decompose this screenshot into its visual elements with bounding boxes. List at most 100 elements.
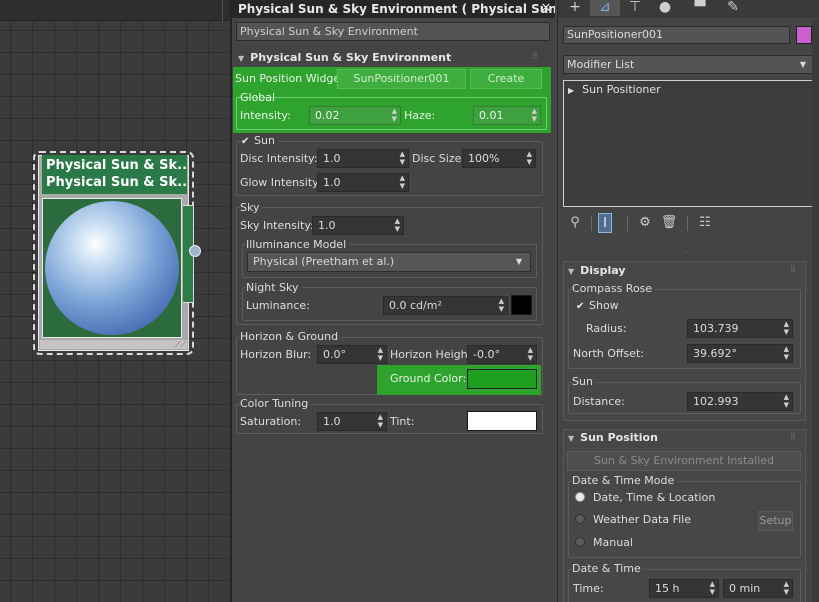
illuminance-model-dropdown[interactable]: Physical (Preetham et al.) ▼ (247, 252, 531, 272)
distance-spinner[interactable]: 102.993 ▲ ▼ (687, 392, 793, 411)
minutes-value: 0 min (729, 582, 761, 595)
luminance-label: Luminance: (246, 299, 310, 312)
tab-modify[interactable]: ⊿ (590, 0, 620, 16)
command-panel-scrollbar[interactable] (812, 19, 819, 602)
spinner-arrows-icon[interactable]: ▲ ▼ (710, 580, 715, 596)
environment-node-header[interactable]: Physical Sun & Sk... Physical Sun & Sk..… (42, 155, 187, 194)
distance-value: 102.993 (693, 395, 739, 408)
glow-intensity-label: Glow Intensity: (240, 176, 322, 189)
rollout-grip-icon[interactable]: ⠿ (532, 52, 539, 61)
spinner-arrows-icon[interactable]: ▲ ▼ (527, 150, 532, 166)
object-name-field[interactable]: SunPositioner001 (563, 26, 790, 44)
pin-stack-icon[interactable]: ⚲ (565, 213, 585, 233)
north-offset-spinner[interactable]: 39.692° ▲ ▼ (687, 344, 793, 363)
haze-spinner[interactable]: 0.01 ▲ ▼ (473, 106, 541, 125)
radius-spinner[interactable]: 103.739 ▲ ▼ (687, 319, 793, 338)
modifier-list-dropdown[interactable]: Modifier List ▼ (563, 55, 813, 74)
spinner-arrows-icon[interactable]: ▲ ▼ (392, 107, 397, 123)
stack-toolbar: ⚲ I ⚙ 🗑 ☷ (563, 213, 813, 235)
illuminance-model-title: Illuminance Model (246, 238, 350, 252)
radio-selected-icon[interactable] (575, 492, 585, 502)
panel-drag-grip-icon[interactable]: ⋯ (680, 249, 694, 256)
motion-icon: ● (658, 0, 672, 15)
horizon-blur-spinner[interactable]: 0.0° ▲ ▼ (317, 345, 387, 364)
horizon-height-spinner[interactable]: -0.0° ▲ ▼ (467, 345, 537, 364)
spinner-arrows-icon[interactable]: ▲ ▼ (378, 413, 383, 429)
make-unique-icon[interactable]: ⚙ (635, 213, 655, 233)
tab-utilities[interactable]: ✎ (718, 0, 748, 16)
saturation-spinner[interactable]: 1.0 ▲ ▼ (317, 412, 387, 431)
utilities-icon: ✎ (727, 0, 739, 15)
tab-motion[interactable]: ● (650, 0, 680, 16)
object-color-swatch[interactable] (796, 26, 812, 44)
spinner-arrows-icon[interactable]: ▲ ▼ (784, 580, 789, 596)
display-rollout-header[interactable]: ▼ Display (568, 263, 626, 280)
spinner-arrows-icon[interactable]: ▲ ▼ (400, 150, 405, 166)
rollout-grip-icon[interactable]: ⠿ (790, 432, 797, 441)
sun-enable-check-icon[interactable]: ✔ (241, 137, 250, 147)
mode-option-manual[interactable]: Manual (575, 535, 633, 551)
create-button[interactable]: Create (470, 69, 542, 89)
spinner-arrows-icon[interactable]: ▲ ▼ (395, 217, 400, 233)
rollout-open-icon: ▼ (568, 434, 575, 443)
sun-sky-installed-button[interactable]: Sun & Sky Environment Installed (567, 451, 801, 471)
show-check-icon[interactable]: ✔ (576, 302, 585, 312)
spinner-arrows-icon[interactable]: ▲ ▼ (784, 345, 789, 361)
spinner-arrows-icon[interactable]: ▲ ▼ (784, 320, 789, 336)
tab-hierarchy[interactable]: ⊤ (620, 0, 650, 16)
display-icon: ▀ (694, 0, 706, 15)
glow-intensity-value: 1.0 (323, 176, 341, 189)
minutes-spinner[interactable]: 0 min ▲ ▼ (723, 579, 793, 598)
luminance-color-swatch[interactable] (511, 295, 532, 315)
tab-display[interactable]: ▀ (685, 0, 715, 16)
mode-option-date-time-location[interactable]: Date, Time & Location (575, 490, 715, 506)
radio-icon[interactable] (575, 514, 585, 524)
ground-color-swatch[interactable] (467, 369, 537, 389)
rollout-grip-icon[interactable]: ⠿ (790, 265, 797, 274)
node-preview-sphere (45, 201, 179, 335)
sun-positioner-pick-button[interactable]: SunPositioner001 (337, 69, 466, 89)
spinner-arrows-icon[interactable]: ▲ ▼ (400, 174, 405, 190)
color-tuning-title: Color Tuning (240, 397, 312, 411)
mode-option-weather-file[interactable]: Weather Data File (575, 512, 691, 528)
disc-intensity-spinner[interactable]: 1.0 ▲ ▼ (317, 149, 409, 168)
tab-create[interactable]: + (560, 0, 590, 16)
hours-spinner[interactable]: 15 h ▲ ▼ (649, 579, 719, 598)
spinner-arrows-icon[interactable]: ▲ ▼ (499, 297, 504, 313)
close-icon[interactable]: ✕ (540, 2, 552, 16)
sky-intensity-label: Sky Intensity: (240, 219, 314, 232)
stack-item-sun-positioner[interactable]: ▶ Sun Positioner (568, 82, 768, 98)
global-group-title: Global (240, 91, 276, 104)
disc-size-spinner[interactable]: 100% ▲ ▼ (462, 149, 536, 168)
node-output-socket[interactable] (189, 245, 201, 257)
sun-group-title[interactable]: ✔ Sun (241, 134, 278, 148)
node-resize-grip-icon[interactable]: ⟋⟋ (175, 340, 186, 349)
configure-sets-icon[interactable]: ☷ (695, 213, 715, 233)
spinner-arrows-icon[interactable]: ▲ ▼ (528, 346, 533, 362)
modifier-stack[interactable] (563, 80, 813, 207)
horizon-blur-value: 0.0° (323, 348, 346, 361)
show-end-result-icon[interactable]: I (598, 213, 612, 233)
sky-intensity-spinner[interactable]: 1.0 ▲ ▼ (312, 216, 404, 235)
remove-modifier-icon[interactable]: 🗑 (659, 213, 679, 233)
rollout-header-physical-sun-sky[interactable]: ▼ Physical Sun & Sky Environment (234, 50, 549, 66)
map-name-field[interactable]: Physical Sun & Sky Environment (236, 22, 550, 41)
tint-color-swatch[interactable] (467, 411, 537, 431)
intensity-spinner[interactable]: 0.02 ▲ ▼ (309, 106, 401, 125)
luminance-spinner[interactable]: 0.0 cd/m² ▲ ▼ (383, 296, 508, 315)
horizon-blur-label: Horizon Blur: (240, 348, 312, 361)
node-footer-bar (40, 340, 187, 349)
glow-intensity-spinner[interactable]: 1.0 ▲ ▼ (317, 173, 409, 192)
radio-icon[interactable] (575, 537, 585, 547)
horizon-ground-title: Horizon & Ground (240, 330, 342, 344)
expand-icon[interactable]: ▶ (568, 86, 574, 95)
spinner-arrows-icon[interactable]: ▲ ▼ (532, 107, 537, 123)
spinner-arrows-icon[interactable]: ▲ ▼ (784, 393, 789, 409)
sun-position-rollout-header[interactable]: ▼ Sun Position (568, 430, 658, 447)
setup-button[interactable]: Setup (758, 511, 793, 531)
spinner-arrows-icon[interactable]: ▲ ▼ (378, 346, 383, 362)
radius-value: 103.739 (693, 322, 739, 335)
date-time-mode-title: Date & Time Mode (572, 474, 678, 488)
show-checkbox[interactable]: ✔ Show (576, 298, 619, 314)
rollout-open-icon: ▼ (568, 267, 575, 276)
